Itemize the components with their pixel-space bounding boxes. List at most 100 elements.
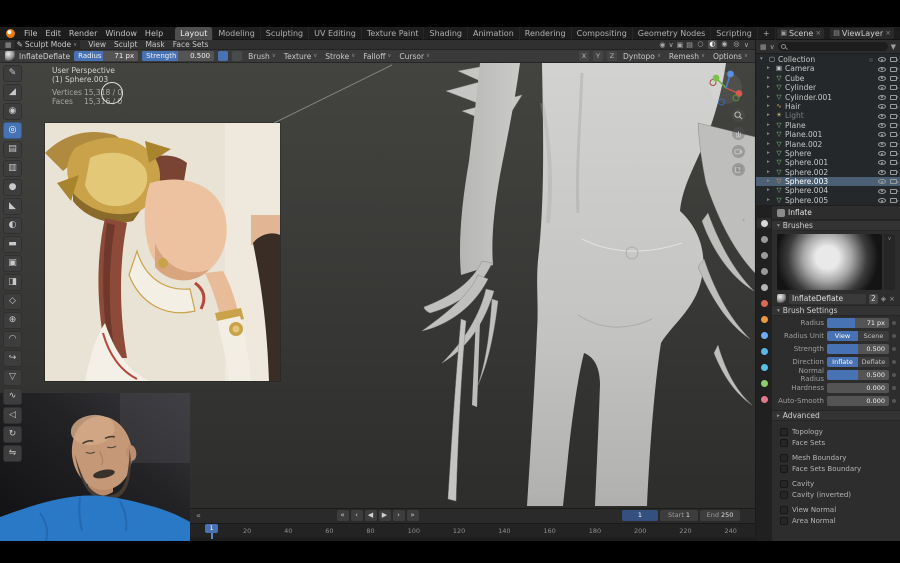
disable-render-icon[interactable]	[890, 76, 897, 81]
sidebar-collapse-icon[interactable]: ‹	[742, 215, 745, 224]
item-expand-icon[interactable]: ▸	[767, 177, 773, 186]
normal-radius-slider[interactable]: 0.500	[827, 370, 889, 380]
jump-to-end-button[interactable]: »	[407, 510, 419, 521]
disable-render-icon[interactable]	[890, 95, 897, 100]
brush-thumb-icon[interactable]	[777, 294, 786, 303]
workspace-tab-texture-paint[interactable]: Texture Paint	[362, 27, 425, 40]
outliner-item-plane-002[interactable]: ▸ ▽ Plane.002	[756, 140, 900, 149]
item-expand-icon[interactable]: ▸	[767, 111, 773, 120]
strength-pressure-icon[interactable]	[218, 51, 228, 61]
properties-tab-object[interactable]	[757, 314, 771, 324]
tool-thumb-button[interactable]: ▽	[3, 369, 22, 386]
current-frame-field[interactable]: 1	[622, 510, 658, 521]
outliner-collection-row[interactable]: ▾ ▢ Collection	[756, 55, 900, 64]
item-expand-icon[interactable]: ▸	[767, 168, 773, 177]
topbar-menu[interactable]: Render	[65, 29, 101, 38]
outliner-item-sphere-001[interactable]: ▸ ▽ Sphere.001	[756, 158, 900, 167]
auto-smooth-slider[interactable]: 0.000	[827, 396, 889, 406]
object-name[interactable]: Cube	[785, 74, 874, 83]
tool-settings-dropdown[interactable]: Stroke∨	[323, 52, 357, 61]
item-expand-icon[interactable]: ▸	[767, 93, 773, 102]
hardness-slider[interactable]: 0.000	[827, 383, 889, 393]
active-brush-icon[interactable]	[5, 51, 15, 61]
hide-eye-icon[interactable]	[878, 198, 886, 203]
outliner-item-cylinder-001[interactable]: ▸ ▽ Cylinder.001	[756, 93, 900, 102]
next-keyframe-button[interactable]: ›	[393, 510, 405, 521]
brush-list-scrollbar[interactable]: ∨	[884, 234, 895, 290]
hide-eye-icon[interactable]	[878, 189, 886, 194]
tool-inflate-button[interactable]: ◎	[3, 122, 22, 139]
tool-elastic-deform-button[interactable]: ◠	[3, 331, 22, 348]
mirror-toggle[interactable]: Z	[607, 51, 617, 61]
move-view-icon[interactable]	[732, 127, 745, 140]
brush-name-field[interactable]: InflateDeflate	[789, 294, 866, 304]
outliner-editor-icon[interactable]: ▦	[760, 43, 767, 51]
disable-render-icon[interactable]	[890, 198, 897, 203]
workspace-tab-shading[interactable]: Shading	[424, 27, 468, 40]
object-name[interactable]: Sphere	[785, 149, 874, 158]
properties-tab-object-data[interactable]	[757, 378, 771, 388]
disable-render-icon[interactable]	[890, 189, 897, 194]
properties-tab-output[interactable]	[757, 250, 771, 260]
item-expand-icon[interactable]: ▸	[767, 130, 773, 139]
advanced-section-header[interactable]: ▸ Advanced	[772, 410, 900, 421]
brush-user-count[interactable]: 2	[869, 294, 878, 304]
hide-eye-icon[interactable]	[878, 67, 886, 72]
tool-clay-strips-button[interactable]: ▤	[3, 141, 22, 158]
topbar-menu[interactable]: File	[20, 29, 41, 38]
item-expand-icon[interactable]: ▸	[767, 158, 773, 167]
checkbox[interactable]	[780, 517, 788, 525]
scene-unlink-icon[interactable]: ×	[815, 29, 821, 37]
collection-expand-icon[interactable]: ▾	[760, 55, 766, 64]
hide-eye-icon[interactable]	[878, 104, 886, 109]
item-expand-icon[interactable]: ▸	[767, 186, 773, 195]
object-name[interactable]: Light	[785, 111, 874, 120]
active-brush-name[interactable]: InflateDeflate	[19, 52, 70, 61]
playhead-frame-tag[interactable]: 1	[205, 524, 218, 533]
viewport-menu[interactable]: Sculpt	[110, 40, 141, 49]
viewport-options-dropdown[interactable]: Dyntopo∨	[621, 52, 663, 61]
shading-chevron-icon[interactable]: ∨	[744, 41, 749, 49]
mirror-toggle[interactable]: Y	[593, 51, 603, 61]
properties-tab-view-layer[interactable]	[757, 266, 771, 276]
brush-settings-section-header[interactable]: ▾ Brush Settings	[772, 305, 900, 316]
tool-rotate-button[interactable]: ↻	[3, 426, 22, 443]
tool-settings-dropdown[interactable]: Cursor∨	[397, 52, 432, 61]
properties-tab-active-tool[interactable]	[757, 218, 771, 228]
collection-eye-icon[interactable]	[878, 57, 886, 62]
fake-user-icon[interactable]: ◈	[881, 295, 886, 303]
outliner-search-input[interactable]	[778, 42, 888, 51]
workspace-tab-geometry-nodes[interactable]: Geometry Nodes	[633, 27, 711, 40]
frame-end-field[interactable]: End 250	[700, 510, 740, 521]
workspace-tab-layout[interactable]: Layout	[175, 27, 213, 40]
hide-eye-icon[interactable]	[878, 142, 886, 147]
filter-icon[interactable]: ▼	[891, 43, 896, 51]
object-name[interactable]: Plane.002	[785, 140, 874, 149]
hide-eye-icon[interactable]	[878, 179, 886, 184]
outliner-item-cylinder[interactable]: ▸ ▽ Cylinder	[756, 83, 900, 92]
pivot-icon[interactable]: ◉	[659, 41, 665, 49]
topbar-menu[interactable]: Help	[141, 29, 167, 38]
item-expand-icon[interactable]: ▸	[767, 149, 773, 158]
checkbox[interactable]	[780, 506, 788, 514]
topbar-menu[interactable]: Window	[101, 29, 141, 38]
tool-nudge-button[interactable]: ◁	[3, 407, 22, 424]
animate-dot-icon[interactable]	[892, 399, 896, 403]
viewport-options-dropdown[interactable]: Options∨	[711, 52, 750, 61]
viewlayer-remove-icon[interactable]: ×	[885, 29, 891, 37]
disable-render-icon[interactable]	[890, 151, 897, 156]
properties-tab-physics[interactable]	[757, 362, 771, 372]
checkbox[interactable]	[780, 465, 788, 473]
tool-settings-dropdown[interactable]: Falloff∨	[361, 52, 393, 61]
outliner-item-camera[interactable]: ▸ ▣ Camera	[756, 64, 900, 73]
hide-eye-icon[interactable]	[878, 151, 886, 156]
disable-render-icon[interactable]	[890, 132, 897, 137]
snap-icon[interactable]: ▣	[677, 41, 684, 49]
play-button[interactable]: ▶	[379, 510, 391, 521]
animate-dot-icon[interactable]	[892, 347, 896, 351]
disable-render-icon[interactable]	[890, 179, 897, 184]
zoom-icon[interactable]	[732, 109, 745, 122]
hide-eye-icon[interactable]	[878, 170, 886, 175]
blender-logo-icon[interactable]	[6, 29, 15, 38]
curve-preset-icon[interactable]	[232, 51, 242, 61]
